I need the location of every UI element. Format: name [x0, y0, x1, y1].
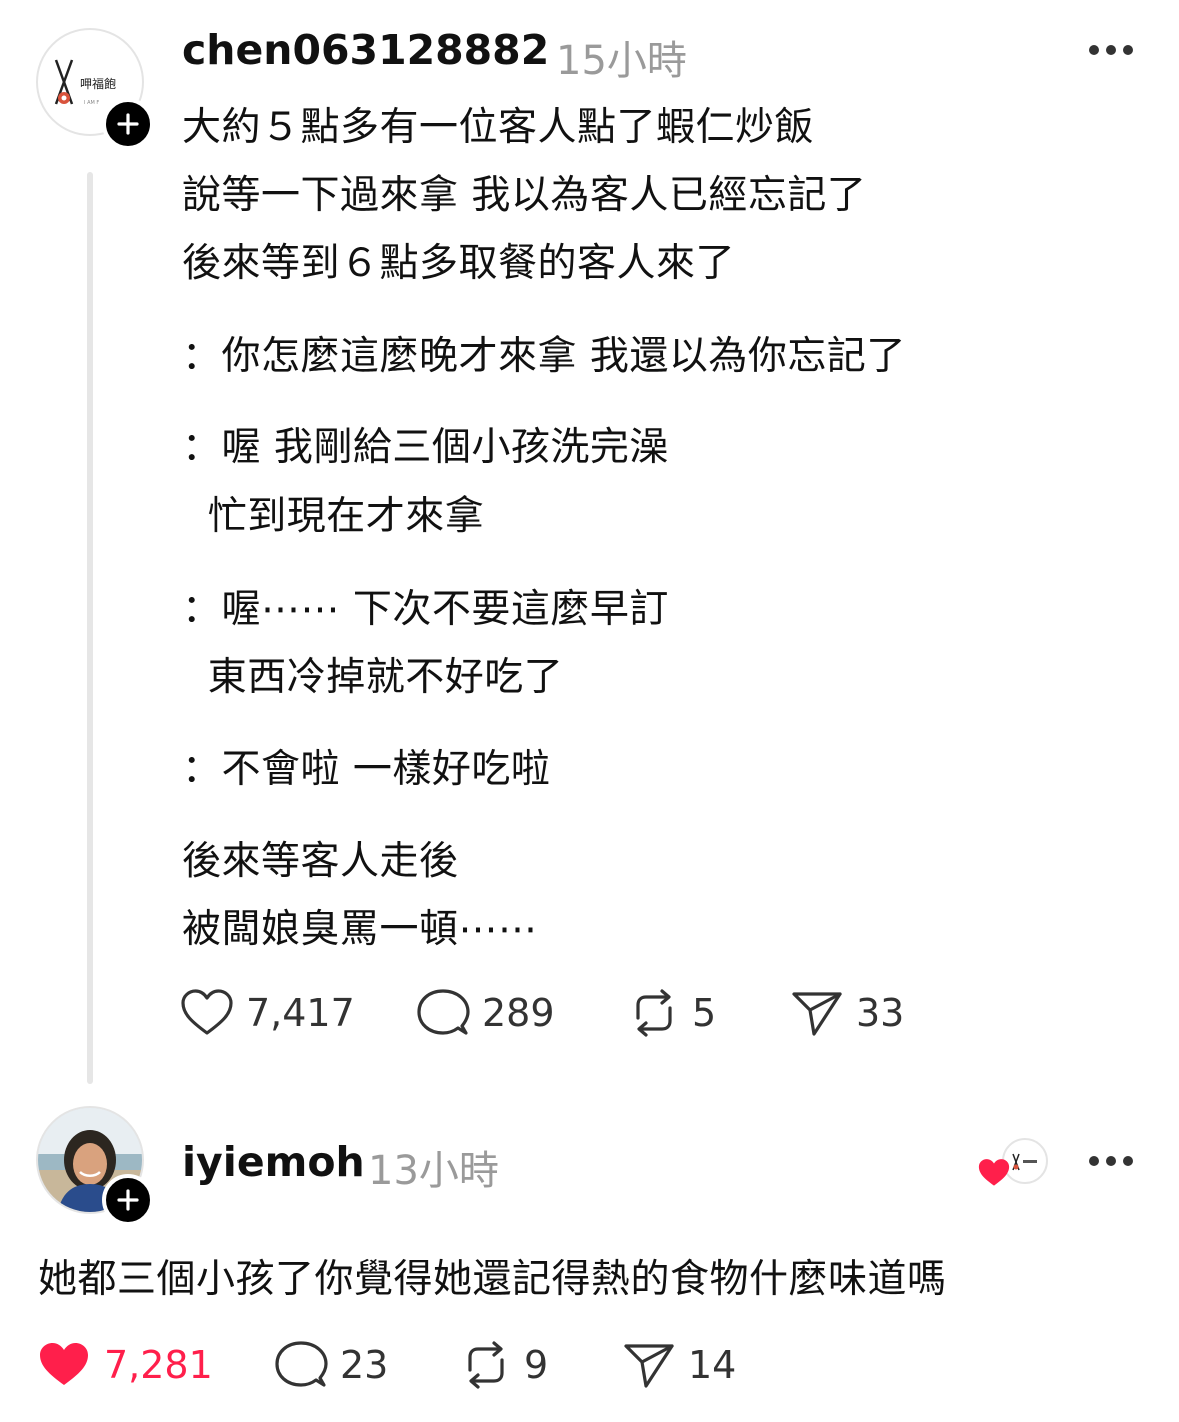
- heart-icon: [40, 1343, 88, 1385]
- post-text-line: 東西冷掉就不好吃了: [182, 655, 564, 700]
- post-text-line: 被闆娘臭罵一頓⋯⋯: [182, 907, 538, 952]
- repost-count: 5: [692, 991, 717, 1035]
- post-comment-button[interactable]: 289: [416, 988, 555, 1038]
- reply-like-button[interactable]: 7,281: [36, 1340, 213, 1390]
- more-icon-dot: [1123, 45, 1133, 55]
- post-more-button[interactable]: [1089, 44, 1133, 56]
- heart-icon: [181, 989, 233, 1035]
- post-text-line: 忙到現在才來拿: [182, 494, 485, 539]
- logo-text: 呷福飽: [80, 76, 116, 91]
- thread-line: [87, 172, 93, 1084]
- comment-count: 23: [340, 1343, 389, 1387]
- comment-icon: [275, 1341, 328, 1387]
- logo-subtext: I AM F: [84, 100, 99, 106]
- plus-icon: [117, 113, 139, 135]
- share-count: 14: [688, 1343, 737, 1387]
- post-text-line: ：喔⋯⋯ 下次不要這麼早訂: [182, 587, 669, 632]
- share-icon: [624, 1344, 674, 1388]
- more-icon: [1089, 45, 1099, 55]
- more-icon-dot: [1123, 1156, 1133, 1166]
- post-text-line: ：你怎麼這麼晚才來拿 我還以為你忘記了: [182, 334, 906, 379]
- author-liked-heart-icon: [978, 1159, 1010, 1186]
- post-text-line: 大約５點多有一位客人點了蝦仁炒飯: [182, 105, 815, 150]
- repost-count: 9: [524, 1343, 549, 1387]
- follow-plus-button[interactable]: [102, 1174, 154, 1226]
- post-share-button[interactable]: 33: [790, 988, 904, 1038]
- post-text-line: ：不會啦 一樣好吃啦: [182, 747, 551, 792]
- reply-text: 她都三個小孩了你覺得她還記得熱的食物什麼味道嗎: [38, 1257, 947, 1302]
- post-text-line: 後來等到６點多取餐的客人來了: [182, 241, 736, 286]
- reply-repost-button[interactable]: 9: [460, 1340, 548, 1390]
- post-text-line: 說等一下過來拿 我以為客人已經忘記了: [182, 173, 867, 218]
- reply-share-button[interactable]: 14: [622, 1340, 736, 1390]
- more-icon-dot: [1106, 45, 1116, 55]
- post-timestamp: 15小時: [556, 38, 687, 84]
- post-like-button[interactable]: 7,417: [180, 988, 355, 1038]
- reply-author-name[interactable]: iyiemoh: [182, 1138, 365, 1186]
- plus-icon: [117, 1189, 139, 1211]
- more-icon: [1089, 1156, 1099, 1166]
- share-icon: [792, 992, 842, 1036]
- like-count: 7,281: [104, 1343, 213, 1387]
- reply-timestamp: 13小時: [368, 1148, 499, 1194]
- comment-icon: [417, 989, 470, 1035]
- share-count: 33: [856, 991, 905, 1035]
- repost-icon: [468, 1341, 504, 1389]
- post-text-line: 後來等客人走後: [182, 839, 459, 884]
- more-icon-dot: [1106, 1156, 1116, 1166]
- post-text-line: ：喔 我剛給三個小孩洗完澡: [182, 425, 669, 470]
- repost-icon: [636, 989, 672, 1037]
- comment-count: 289: [482, 991, 555, 1035]
- post-author-name[interactable]: chen063128882: [182, 26, 549, 74]
- follow-plus-button[interactable]: [102, 98, 154, 150]
- reply-more-button[interactable]: [1089, 1155, 1133, 1167]
- reply-comment-button[interactable]: 23: [274, 1340, 388, 1390]
- post-repost-button[interactable]: 5: [628, 988, 716, 1038]
- like-count: 7,417: [246, 991, 355, 1035]
